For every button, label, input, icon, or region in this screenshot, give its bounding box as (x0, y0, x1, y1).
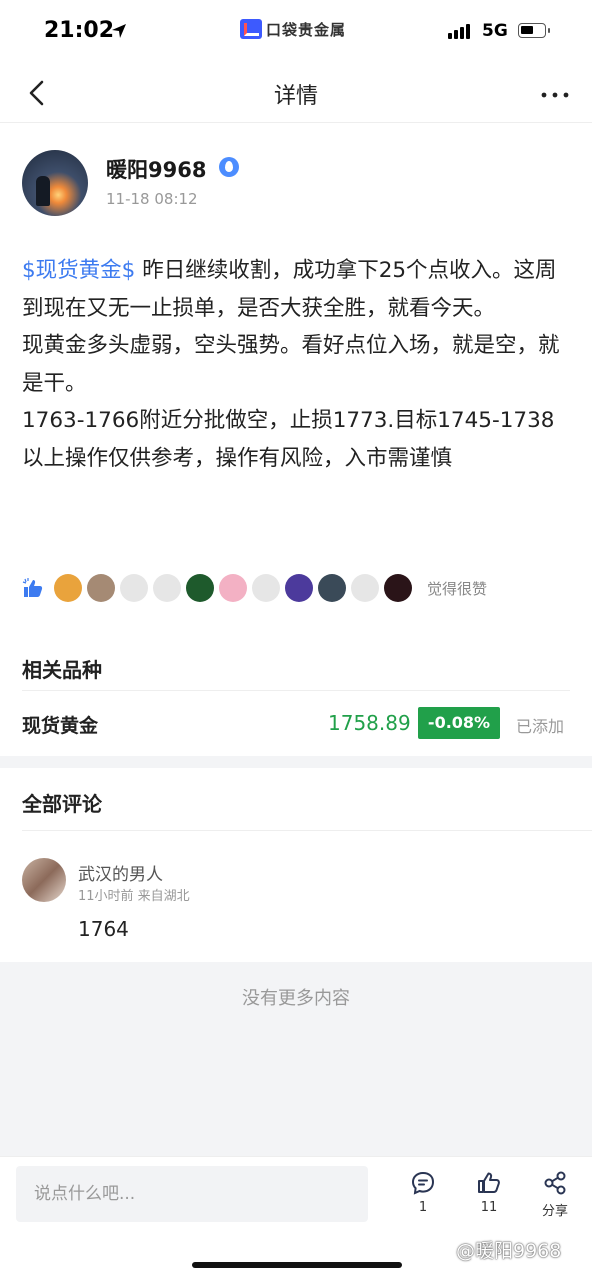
status-bar: 21:02 口袋贵金属 5G (0, 0, 592, 66)
app-logo-name: 口袋贵金属 (266, 20, 347, 39)
liker-avatar[interactable] (219, 574, 247, 602)
page-title: 详情 (273, 84, 318, 109)
product-added-button[interactable]: 已添加 (516, 713, 564, 737)
nav-bar: 详情 (0, 66, 592, 123)
liker-avatar[interactable] (384, 574, 412, 602)
product-name[interactable]: 现货黄金 (22, 711, 98, 738)
more-options-icon[interactable] (540, 80, 570, 110)
likes-label: 觉得很赞 (427, 579, 488, 598)
liker-avatar[interactable] (153, 574, 181, 602)
liker-avatar[interactable] (351, 574, 379, 602)
author-avatar[interactable] (22, 150, 88, 216)
product-change-badge: -0.08% (418, 707, 500, 739)
liker-avatar[interactable] (87, 574, 115, 602)
app-logo-icon (240, 19, 262, 39)
author-name[interactable]: 暖阳9968 (106, 154, 206, 184)
battery-icon (518, 23, 550, 38)
verified-badge-icon (219, 157, 239, 177)
post-paragraph-4: 以上操作仅供参考，操作有风险，入市需谨慎 (22, 445, 453, 471)
stock-tag-link[interactable]: $现货黄金$ (22, 258, 135, 283)
thumbs-up-icon (478, 1172, 500, 1193)
app-logo: 口袋贵金属 (240, 16, 346, 42)
post-paragraph-2: 现黄金多头虚弱，空头强势。看好点位入场，就是空，就是干。 (22, 333, 560, 396)
liker-avatar[interactable] (54, 574, 82, 602)
product-price: 1758.89 (328, 711, 411, 735)
status-time: 21:02 (44, 18, 115, 43)
comment-meta: 11小时前 来自湖北 (78, 889, 190, 904)
likes-row[interactable]: 觉得很赞 (22, 574, 487, 602)
share-button[interactable]: 分享 (530, 1170, 580, 1219)
liker-avatars (54, 574, 417, 602)
post-paragraph-3: 1763-1766附近分批做空，止损1773.目标1745-1738 (22, 408, 555, 433)
like-count: 11 (480, 1200, 498, 1215)
liker-avatar[interactable] (186, 574, 214, 602)
comment-text: 1764 (78, 917, 129, 941)
liker-avatar[interactable] (285, 574, 313, 602)
no-more-content-text: 没有更多内容 (242, 988, 350, 1009)
related-section-title: 相关品种 (22, 658, 102, 682)
network-type: 5G (482, 21, 508, 41)
location-arrow-icon (112, 24, 126, 38)
watermark-text: @暖阳9968 (456, 1240, 562, 1262)
commenter-name[interactable]: 武汉的男人 (78, 860, 163, 885)
liker-avatar[interactable] (318, 574, 346, 602)
commenter-avatar[interactable] (22, 858, 66, 902)
post-timestamp: 11-18 08:12 (106, 190, 198, 208)
comments-section-title: 全部评论 (22, 792, 102, 816)
back-arrow-icon[interactable] (24, 78, 52, 108)
like-button[interactable]: 11 (464, 1170, 514, 1215)
section-gap (0, 756, 592, 768)
comment-button[interactable]: 1 (398, 1170, 448, 1215)
divider (22, 830, 592, 831)
share-label: 分享 (541, 1204, 568, 1219)
signal-icon (448, 24, 470, 39)
divider (22, 690, 570, 691)
comment-bubble-icon (411, 1171, 435, 1195)
post-content: $现货黄金$ 昨日继续收割，成功拿下25个点收入。这周到现在又无一止损单，是否大… (22, 252, 562, 477)
comment-count: 1 (418, 1200, 428, 1215)
home-indicator[interactable] (192, 1262, 402, 1268)
share-icon (544, 1171, 566, 1195)
liker-avatar[interactable] (252, 574, 280, 602)
comment-input[interactable] (16, 1166, 368, 1222)
liker-avatar[interactable] (120, 574, 148, 602)
like-thumb-icon (22, 578, 43, 597)
